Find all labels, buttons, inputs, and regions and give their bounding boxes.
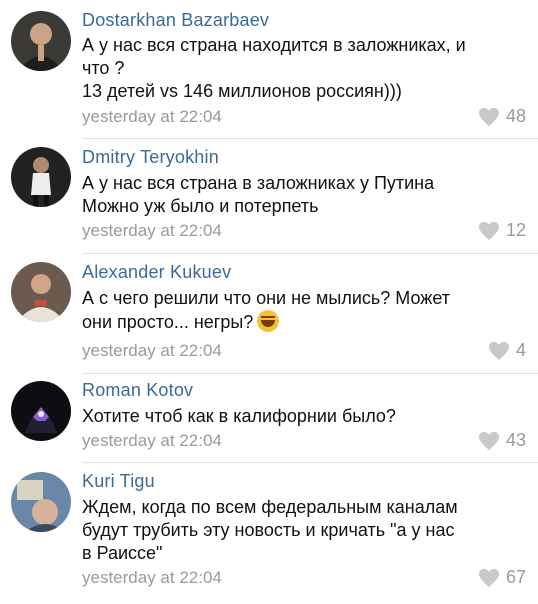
like-button[interactable]: 48 [478,106,526,127]
comment-line: что ? [82,58,125,78]
comment-author[interactable]: Roman Kotov [82,380,193,401]
laughing-emoji-icon [257,310,280,332]
like-count: 4 [515,340,526,360]
comment-text: А у нас вся страна в заложниках у Путина… [82,172,524,218]
divider [82,138,538,139]
avatar[interactable] [11,262,71,322]
like-count: 48 [505,106,526,126]
comment-line: будут трубить эту новость и кричать "а у… [82,520,455,540]
comment-timestamp[interactable]: yesterday at 22:04 [82,341,222,361]
divider [82,462,538,463]
like-button[interactable]: 4 [488,340,526,361]
like-count: 67 [505,567,526,587]
avatar[interactable] [11,472,71,532]
comment-timestamp[interactable]: yesterday at 22:04 [82,107,222,127]
heart-icon [488,341,510,361]
comment-text: А с чего решили что они не мылись? Может… [82,287,524,334]
comment-author[interactable]: Kuri Tigu [82,471,155,492]
comment-author[interactable]: Alexander Kukuev [82,262,231,283]
comment-line: Хотите чтоб как в калифорнии было? [82,406,396,426]
like-button[interactable]: 43 [478,430,526,451]
comments-feed: Dostarkhan Bazarbaev А у нас вся страна … [0,0,538,604]
like-button[interactable]: 67 [478,567,526,588]
comment-line: они просто... негры? [82,310,524,334]
comment-author[interactable]: Dostarkhan Bazarbaev [82,10,269,31]
divider [82,253,538,254]
avatar[interactable] [11,11,71,71]
heart-icon [478,568,500,588]
like-count: 43 [505,430,526,450]
comment-timestamp[interactable]: yesterday at 22:04 [82,431,222,451]
like-count: 12 [505,220,526,240]
divider [82,373,538,374]
avatar[interactable] [11,147,71,207]
comment-line: А с чего решили что они не мылись? Может [82,288,451,308]
comment-timestamp[interactable]: yesterday at 22:04 [82,568,222,588]
comment-line-text: они просто... негры? [82,312,254,332]
comment-line: в Раиссе" [82,543,163,563]
comment-line: А у нас вся страна находится в заложника… [82,35,466,55]
comment-line: А у нас вся страна в заложниках у Путина [82,173,435,193]
comment-author[interactable]: Dmitry Teryokhin [82,147,219,168]
comment-line: Можно уж было и потерпеть [82,196,319,216]
comment-line: 13 детей vs 146 миллионов россиян))) [82,81,402,101]
comment-text: Ждем, когда по всем федеральным каналам … [82,496,524,565]
like-button[interactable]: 12 [478,220,526,241]
heart-icon [478,221,500,241]
comment-text: А у нас вся страна находится в заложника… [82,34,524,103]
avatar[interactable] [11,381,71,441]
comment-text: Хотите чтоб как в калифорнии было? [82,405,524,428]
comment-timestamp[interactable]: yesterday at 22:04 [82,221,222,241]
heart-icon [478,431,500,451]
heart-icon [478,107,500,127]
comment-line: Ждем, когда по всем федеральным каналам [82,497,458,517]
